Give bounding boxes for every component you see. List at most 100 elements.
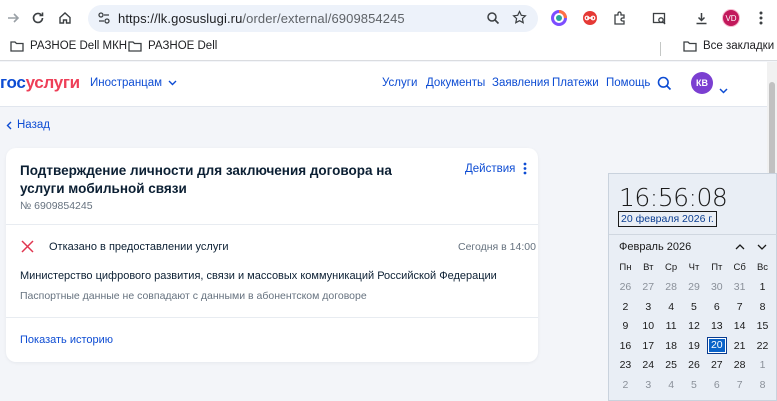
reload-icon[interactable]: [27, 7, 49, 29]
weekday-label: Вс: [756, 262, 769, 274]
rejection-reason: Паспортные данные не совпадают с данными…: [20, 290, 367, 302]
calendar-day[interactable]: 8: [751, 379, 774, 391]
actions-menu-button[interactable]: Действия: [465, 162, 527, 175]
calendar-day[interactable]: 18: [660, 340, 683, 352]
calendar-day-number: 4: [668, 300, 675, 313]
calendar-day[interactable]: 26: [683, 359, 706, 371]
foreigners-label: Иностранцам: [90, 77, 163, 89]
calendar-day[interactable]: 1: [751, 281, 774, 293]
actions-label: Действия: [465, 162, 516, 175]
calendar-next-month-icon[interactable]: [755, 240, 769, 254]
user-avatar[interactable]: КВ: [691, 72, 713, 94]
calendar-day[interactable]: 27: [705, 359, 728, 371]
calendar-day[interactable]: 13: [705, 320, 728, 332]
calendar-day[interactable]: 12: [683, 320, 706, 332]
flyout-divider: [609, 234, 777, 235]
nav-services[interactable]: Услуги: [382, 77, 417, 89]
nav-applications[interactable]: Заявления: [492, 77, 550, 89]
link-extension-icon[interactable]: [579, 7, 601, 29]
nav-documents[interactable]: Документы: [426, 77, 485, 89]
weekday-label: Сб: [733, 262, 746, 274]
calendar-day-number: 30: [710, 281, 723, 294]
calendar-day-number: 3: [645, 300, 652, 313]
calendar-day[interactable]: 10: [637, 320, 660, 332]
calendar-week-row: 2 3 4 5 6 7 8: [614, 375, 774, 395]
forward-icon[interactable]: [2, 7, 24, 29]
tab-search-icon[interactable]: [648, 7, 670, 29]
calendar-day[interactable]: 3: [637, 301, 660, 313]
calendar-month-title[interactable]: Февраль 2026: [619, 241, 691, 253]
foreigners-dropdown[interactable]: Иностранцам: [90, 77, 177, 89]
url-text: https://lk.gosuslugi.ru/order/external/6…: [118, 11, 405, 26]
calendar-day[interactable]: 28: [728, 359, 751, 371]
bookmark-star-icon[interactable]: [512, 10, 527, 30]
clock-date[interactable]: 20 февраля 2026 г.: [618, 211, 717, 227]
site-info-icon[interactable]: [97, 11, 111, 30]
calendar-day[interactable]: 26: [614, 281, 637, 293]
all-bookmarks-button[interactable]: Все закладки: [683, 40, 774, 52]
zoom-search-icon[interactable]: [486, 11, 500, 30]
order-card: Подтверждение личности для заключения до…: [6, 148, 538, 362]
calendar-day-number: 2: [622, 300, 629, 313]
calendar-day-number: 11: [665, 320, 677, 333]
calendar-day[interactable]: 30: [705, 281, 728, 293]
extensions-puzzle-icon[interactable]: [608, 7, 630, 29]
bookmark-folder-2[interactable]: РАЗНОЕ Dell: [128, 40, 217, 52]
calendar-day[interactable]: 24: [637, 359, 660, 371]
weekday-label: Ср: [665, 262, 678, 274]
download-icon[interactable]: [690, 7, 712, 29]
calendar-day[interactable]: 2: [614, 301, 637, 313]
calendar-day[interactable]: 6: [705, 379, 728, 391]
calendar-day[interactable]: 4: [660, 301, 683, 313]
order-number: № 6909854245: [20, 200, 93, 212]
calendar-prev-month-icon[interactable]: [733, 240, 747, 254]
bookmark-folder-1[interactable]: РАЗНОЕ Dell МКН: [10, 40, 127, 52]
calendar-day[interactable]: 27: [637, 281, 660, 293]
calendar-day[interactable]: 19: [683, 340, 706, 352]
nav-help[interactable]: Помощь: [606, 77, 650, 89]
calendar-day[interactable]: 2: [614, 379, 637, 391]
calendar-day[interactable]: 14: [728, 320, 751, 332]
calendar-day[interactable]: 22: [751, 340, 774, 352]
calendar-day[interactable]: 17: [637, 340, 660, 352]
calendar-day[interactable]: 15: [751, 320, 774, 332]
calendar-day[interactable]: 31: [728, 281, 751, 293]
calendar-day-today[interactable]: 20: [705, 337, 728, 355]
calendar-day[interactable]: 3: [637, 379, 660, 391]
nav-payments[interactable]: Платежи: [552, 77, 599, 89]
weekday-label: Вт: [643, 262, 654, 274]
calendar-day[interactable]: 11: [660, 320, 683, 332]
calendar-day[interactable]: 7: [728, 301, 751, 313]
calendar-day[interactable]: 1: [751, 359, 774, 371]
color-extension-icon[interactable]: [548, 7, 570, 29]
more-vertical-icon: [523, 162, 527, 175]
user-menu-chevron-icon[interactable]: [719, 81, 728, 99]
home-icon[interactable]: [54, 7, 76, 29]
gosuslugi-logo[interactable]: госуслуги: [0, 73, 80, 93]
show-history-link[interactable]: Показать историю: [20, 334, 113, 346]
calendar-day[interactable]: 7: [728, 379, 751, 391]
calendar-day[interactable]: 28: [660, 281, 683, 293]
profile-avatar[interactable]: VD: [722, 9, 740, 27]
card-divider: [6, 224, 538, 225]
calendar-day-number: 27: [642, 281, 655, 294]
calendar-day[interactable]: 5: [683, 301, 706, 313]
calendar-day[interactable]: 23: [614, 359, 637, 371]
calendar-day[interactable]: 8: [751, 301, 774, 313]
address-bar[interactable]: https://lk.gosuslugi.ru/order/external/6…: [88, 5, 538, 32]
calendar-day[interactable]: 29: [683, 281, 706, 293]
calendar-day[interactable]: 16: [614, 340, 637, 352]
calendar-day-number: 10: [642, 320, 655, 333]
calendar-week-row: 16 17 18 19 20 21 22: [614, 336, 774, 356]
calendar-day-number: 8: [759, 300, 766, 313]
calendar-day[interactable]: 5: [683, 379, 706, 391]
back-link[interactable]: Назад: [6, 119, 50, 131]
calendar-day-number: 6: [713, 378, 720, 391]
calendar-day[interactable]: 6: [705, 301, 728, 313]
calendar-day[interactable]: 25: [660, 359, 683, 371]
calendar-day[interactable]: 4: [660, 379, 683, 391]
calendar-day[interactable]: 9: [614, 320, 637, 332]
calendar-day[interactable]: 21: [728, 340, 751, 352]
search-icon[interactable]: [657, 76, 672, 96]
menu-kebab-icon[interactable]: [750, 7, 772, 29]
